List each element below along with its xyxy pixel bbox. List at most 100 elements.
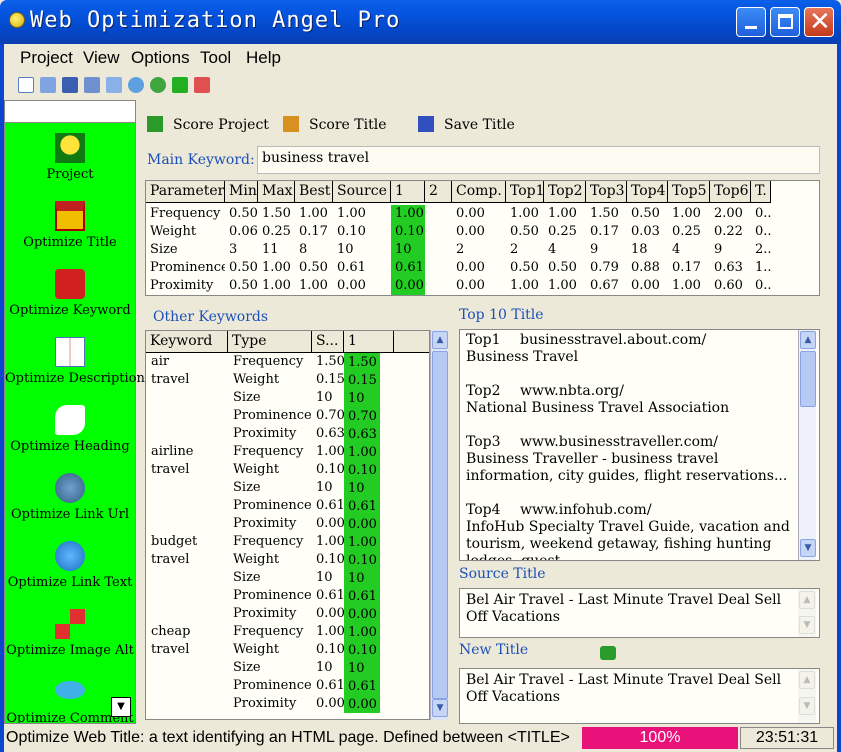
sidebar-item-optimize-image-alt[interactable]: Optimize Image Alt [5,605,135,671]
scroll-down-button[interactable]: ▼ [799,616,815,634]
app-icon[interactable] [9,12,25,28]
sidebar-item-optimize-keyword[interactable]: Optimize Keyword [5,265,135,331]
keyword-type-cell: Proximity [233,426,297,441]
menu-options[interactable]: Options [131,48,190,68]
source-title-textarea[interactable]: Bel Air Travel - Last Minute Travel Deal… [459,588,820,638]
main-keyword-input[interactable]: business travel [257,146,820,174]
table-cell: 1.50 [590,206,619,221]
download-icon[interactable] [172,77,188,93]
other-keywords-scrollbar[interactable]: ▲ ▼ [430,330,448,720]
scroll-up-button[interactable]: ▲ [800,331,816,349]
keyword-column-header[interactable]: Type [228,331,312,353]
parameter-column-header[interactable]: Best [295,181,333,203]
keyword-type-cell: Frequency [233,354,304,369]
menu-tool[interactable]: Tool [200,48,231,68]
table-cell: 1.00 [672,206,701,221]
keyword-value-cell: 0.61 [344,497,380,515]
table-cell [429,241,452,259]
table-cell: 8 [299,242,308,257]
table-cell: 2 [510,242,519,257]
open-icon[interactable] [40,77,56,93]
minimize-button[interactable] [736,7,766,37]
top10-scrollbar[interactable]: ▲ ▼ [798,330,816,560]
top10-title: InfoHub Specialty Travel Guide, vacation… [466,519,790,561]
menu-help[interactable]: Help [246,48,281,68]
save-title-button[interactable]: Save Title [418,116,515,133]
table-cell: 3 [229,242,238,257]
source-title-scrollbar[interactable]: ▲ ▼ [798,589,816,637]
table-cell: 0.50 [229,260,258,275]
apply-arrow-icon[interactable] [600,646,616,660]
close-button[interactable]: ✕ [804,7,834,37]
scroll-down-button[interactable]: ▼ [799,697,815,715]
keyword-name: cheap [151,624,191,639]
top10-title: Business Travel [466,349,579,365]
scroll-up-button[interactable]: ▲ [432,331,448,349]
parameter-column-header[interactable]: Source [333,181,391,203]
help-icon[interactable] [150,77,166,93]
sidebar-item-optimize-title[interactable]: Optimize Title [5,197,135,263]
scroll-thumb[interactable] [432,351,448,699]
score-project-button[interactable]: Score Project [147,116,269,133]
parameter-column-header[interactable]: Top4 [627,181,668,203]
parameter-column-header[interactable]: 1 [391,181,425,203]
sidebar-item-optimize-heading[interactable]: Optimize Heading [5,401,135,467]
parameter-column-header[interactable]: Top1 [506,181,544,203]
table-cell: 10 [337,242,354,257]
keyword-type-cell: Size [233,390,261,405]
new-icon[interactable] [18,77,34,93]
scroll-down-button[interactable]: ▼ [800,539,816,557]
top10-title-textarea[interactable]: Top1 businesstravel.about.com/Business Tr… [459,329,820,561]
refresh-icon[interactable] [128,77,144,93]
scroll-up-button[interactable]: ▲ [799,671,815,689]
edit-icon[interactable] [106,77,122,93]
sidebar-item-optimize-link-text[interactable]: Optimize Link Text [5,537,135,603]
new-title-scrollbar[interactable]: ▲ ▼ [798,669,816,723]
maximize-button[interactable] [770,7,800,37]
sidebar-scroll-down-button[interactable]: ▼ [111,697,131,717]
title-bar: Web Optimization Angel Pro ✕ [0,0,841,44]
parameter-column-header[interactable]: Min [225,181,258,203]
sidebar-item-optimize-description[interactable]: Optimize Description [5,333,145,399]
top10-entry-header: Top2 www.nbta.org/ [466,383,797,400]
parameter-column-header[interactable]: Top5 [668,181,710,203]
table-cell: 18 [631,242,648,257]
keyword-type-cell: Frequency [233,534,304,549]
save-icon[interactable] [62,77,78,93]
parameter-column-header[interactable]: T. [751,181,771,203]
parameter-column-header[interactable]: Top6 [710,181,751,203]
table-cell: 0.67 [590,278,619,293]
table-cell: 2 [456,242,465,257]
new-title-textarea[interactable]: Bel Air Travel - Last Minute Travel Deal… [459,668,820,724]
keyword-column-header[interactable]: Keyword [146,331,228,353]
keyword-value-cell: 1.00 [344,443,380,461]
table-cell: 0.50 [510,260,539,275]
sidebar-item-label: Optimize Title [23,235,117,250]
keyword-column-header[interactable]: 1 [344,331,394,353]
minimize-icon [745,26,757,29]
maximize-icon [778,14,793,29]
scroll-down-button[interactable]: ▼ [432,699,448,717]
sidebar-item-label: Optimize Link Text [7,575,133,590]
table-cell [429,205,452,223]
exit-icon[interactable] [194,77,210,93]
parameter-column-header[interactable]: Top3 [586,181,627,203]
parameter-column-header[interactable]: Comp. [452,181,506,203]
keyword-value-cell: 0.00 [344,695,380,713]
top10-title: National Business Travel Association [466,400,730,416]
scroll-thumb[interactable] [800,351,816,407]
menu-project[interactable]: Project [20,48,73,68]
keyword-type-cell: Prominence [233,408,312,423]
score-title-button[interactable]: Score Title [283,116,387,133]
sidebar-item-optimize-link-url[interactable]: Optimize Link Url [5,469,135,535]
sidebar-item-project[interactable]: Project [5,129,135,195]
save-as-icon[interactable] [84,77,100,93]
parameter-column-header[interactable]: 2 [425,181,452,203]
parameter-column-header[interactable]: Top2 [544,181,586,203]
keyword-column-header[interactable]: S... [312,331,344,353]
scroll-up-button[interactable]: ▲ [799,591,815,609]
menu-view[interactable]: View [83,48,120,68]
keyword-column-header[interactable] [394,331,429,353]
parameter-column-header[interactable]: Max [258,181,295,203]
parameter-column-header[interactable]: Parameter [146,181,225,203]
